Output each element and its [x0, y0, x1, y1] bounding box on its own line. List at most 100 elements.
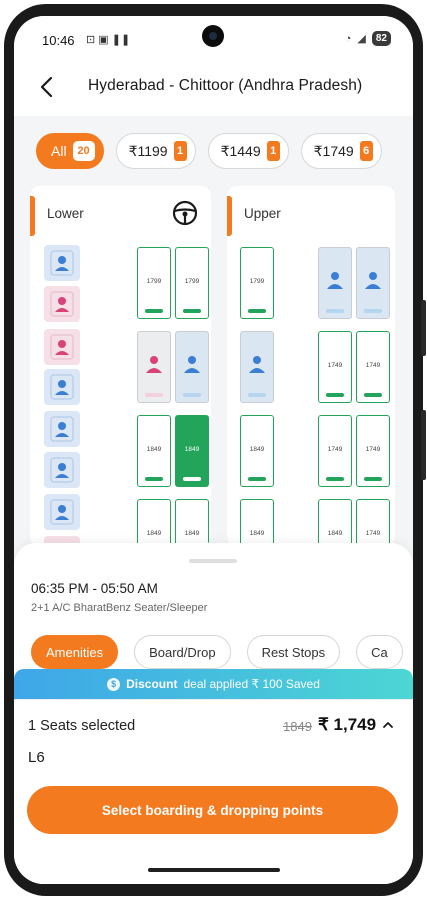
tab-board-drop[interactable]: Board/Drop [134, 635, 231, 669]
sleeper-booked-male [175, 331, 209, 403]
select-boarding-dropping-button[interactable]: Select boarding & dropping points [27, 786, 398, 834]
sleeper-booked-male [356, 247, 390, 319]
discount-title: Discount [126, 677, 178, 691]
filter-count-badge: 1 [173, 141, 187, 161]
screen: 10:46 ⊡ ▣ ❚❚ ◔ ◢ 82 Hyderabad - Chittoor… [14, 16, 413, 884]
seat-booked-male [44, 245, 80, 281]
seat-booked-male [44, 494, 80, 530]
sleeper-available[interactable]: 1749 [356, 499, 390, 546]
male-icon [184, 356, 200, 373]
sleeper-available[interactable]: 1749 [318, 331, 352, 403]
seat-bar [248, 477, 266, 481]
filter-count-badge: 20 [72, 141, 95, 161]
tab-amenities[interactable]: Amenities [31, 635, 119, 669]
sleeper-booked-male [240, 331, 274, 403]
filter-1199[interactable]: ₹1199 1 [115, 133, 196, 169]
sleeper-available[interactable]: 1749 [318, 415, 352, 487]
seat-bar [248, 393, 266, 397]
filter-1449[interactable]: ₹1449 1 [207, 133, 289, 169]
tab-cancellation[interactable]: Ca [356, 635, 403, 669]
sleeper-booked-female [137, 331, 171, 403]
seat-bar [145, 309, 163, 313]
seat-booked-male [44, 452, 80, 488]
back-arrow-icon[interactable] [32, 72, 62, 102]
bus-type: 2+1 A/C BharatBenz Seater/Sleeper [31, 602, 208, 614]
seat-booked-female [44, 286, 80, 322]
discount-icon: $ [107, 677, 121, 691]
detail-tabs: Amenities Board/Drop Rest Stops Ca [31, 635, 403, 669]
sleeper-available[interactable]: 1799 [240, 247, 274, 319]
seat-price: 1849 [184, 446, 200, 453]
seat-price: 1799 [184, 278, 200, 285]
seat-price: 1749 [365, 362, 381, 369]
filter-all[interactable]: All 20 [36, 133, 104, 169]
seat-bar [326, 309, 344, 313]
app-header: Hyderabad - Chittoor (Andhra Pradesh) [14, 60, 413, 116]
notification-icons: ⊡ ▣ ❚❚ [86, 34, 131, 46]
seat-price: 1849 [146, 530, 162, 537]
status-right: ◔ ◢ 82 [345, 31, 391, 46]
filter-label: ₹1449 [220, 142, 261, 159]
filter-label: All [51, 143, 67, 159]
original-price: 1849 [283, 719, 312, 734]
status-time: 10:46 [42, 33, 75, 48]
sheet-drag-handle[interactable] [189, 559, 237, 563]
booking-summary: 1 Seats selected 1849 ₹ 1,749 L6 Select … [14, 699, 413, 884]
signal-icon: ◢ [357, 33, 366, 45]
sleeper-selected-l6[interactable]: 1849 [175, 415, 209, 487]
sleeper-available[interactable]: 1749 [356, 331, 390, 403]
seat-price: 1749 [327, 362, 343, 369]
upper-deck: Upper 1799 1749 1749 1849 1749 1749 1849… [227, 186, 395, 546]
seat-price: 1749 [365, 530, 381, 537]
seat-price: 1849 [184, 530, 200, 537]
seat-bar [145, 477, 163, 481]
seat-bar [248, 309, 266, 313]
sleeper-booked-male [318, 247, 352, 319]
sleeper-available[interactable]: 1849 [137, 415, 171, 487]
filter-1749[interactable]: ₹1749 6 [300, 133, 382, 169]
female-icon [146, 356, 162, 373]
seat-bar [326, 393, 344, 397]
filter-count-badge: 1 [266, 141, 280, 161]
male-icon [365, 272, 381, 289]
sleeper-available[interactable]: 1849 [175, 499, 209, 546]
seat-price: 1849 [327, 530, 343, 537]
journey-time: 06:35 PM - 05:50 AM [31, 581, 158, 596]
lower-deck: Lower 1799 1799 1849 1849 1849 1849 [30, 186, 211, 546]
seats-selected-label: 1 Seats selected [28, 718, 136, 734]
seat-booked-male [44, 369, 80, 405]
filter-count-badge: 6 [359, 141, 373, 161]
upper-deck-label: Upper [244, 206, 281, 221]
tab-rest-stops[interactable]: Rest Stops [246, 635, 341, 669]
battery-icon: 82 [371, 31, 391, 46]
power-button [421, 300, 426, 356]
sleeper-available[interactable]: 1799 [175, 247, 209, 319]
seat-bar [145, 393, 163, 397]
seat-bar [326, 477, 344, 481]
route-title: Hyderabad - Chittoor (Andhra Pradesh) [88, 77, 363, 94]
deck-accent-bar [227, 196, 232, 236]
chevron-up-icon[interactable] [381, 719, 395, 731]
seat-bar [183, 477, 201, 481]
steering-wheel-icon [172, 200, 198, 226]
seat-booked-female [44, 329, 80, 365]
discount-banner: $ Discount deal applied ₹ 100 Saved [14, 669, 413, 699]
sleeper-available[interactable]: 1749 [356, 415, 390, 487]
volume-button [421, 410, 426, 480]
wifi-icon: ◔ [344, 32, 352, 45]
seat-price: 1749 [365, 446, 381, 453]
sleeper-available[interactable]: 1849 [137, 499, 171, 546]
home-indicator[interactable] [148, 868, 280, 872]
sleeper-available[interactable]: 1849 [240, 415, 274, 487]
seat-bar [364, 393, 382, 397]
deck-accent-bar [30, 196, 35, 236]
male-icon [327, 272, 343, 289]
final-price: ₹ 1,749 [318, 715, 377, 734]
discount-text: deal applied ₹ 100 Saved [183, 677, 320, 691]
status-bar: 10:46 ⊡ ▣ ❚❚ ◔ ◢ 82 [14, 16, 413, 60]
sleeper-available[interactable]: 1799 [137, 247, 171, 319]
seat-price: 1849 [249, 446, 265, 453]
seat-bar [364, 477, 382, 481]
sleeper-available[interactable]: 1849 [318, 499, 352, 546]
sleeper-available[interactable]: 1849 [240, 499, 274, 546]
